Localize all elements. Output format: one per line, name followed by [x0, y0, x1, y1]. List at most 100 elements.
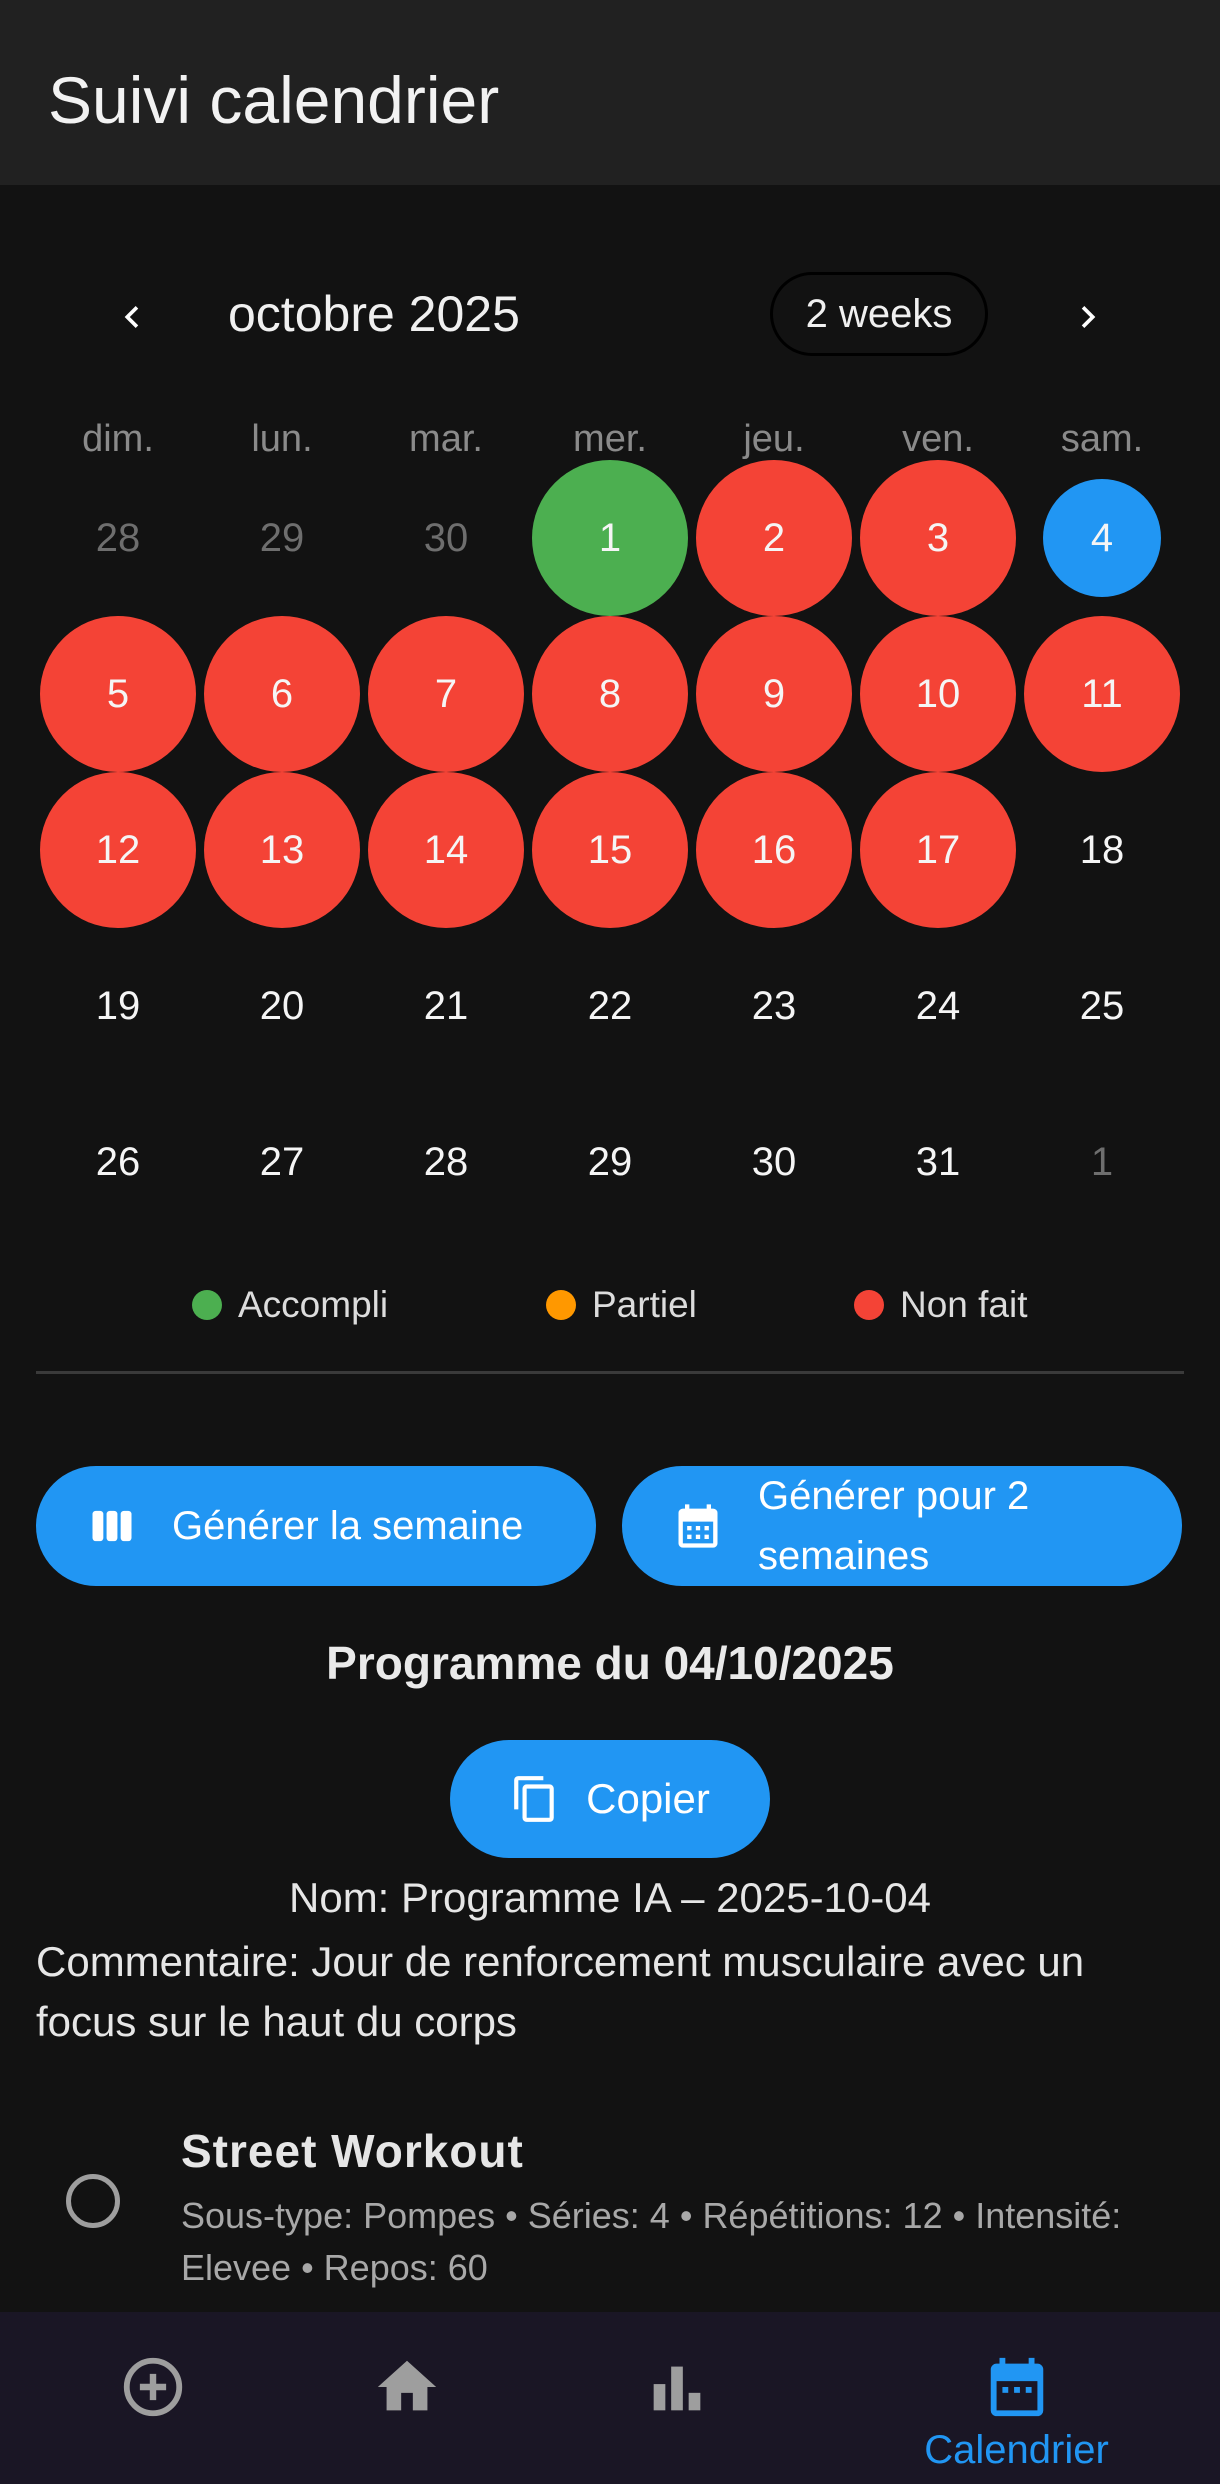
copy-label: Copier: [586, 1775, 710, 1822]
calendar-day-number: 6: [270, 671, 294, 716]
bar-chart-icon: [653, 2366, 700, 2411]
calendar-day[interactable]: 28: [366, 1084, 526, 1240]
calendar-day[interactable]: 7: [366, 616, 526, 772]
calendar-day-number: 13: [259, 827, 305, 872]
copy-button[interactable]: Copier: [450, 1740, 770, 1858]
nav-item-stats[interactable]: [524, 2312, 829, 2484]
divider: [36, 1371, 1184, 1374]
calendar-day-number: 19: [95, 983, 141, 1028]
calendar-day[interactable]: 12: [38, 772, 198, 928]
previous-month-button[interactable]: [100, 285, 164, 349]
calendar-day-number: 1: [598, 515, 622, 560]
copy-icon: [514, 1776, 554, 1822]
calendar-day-marker: 18: [1024, 772, 1180, 928]
calendar-day-marker: 4: [1043, 479, 1161, 597]
calendar-day-number: 27: [259, 1139, 305, 1184]
weekday-label: dim.: [82, 418, 154, 460]
calendar-day[interactable]: 16: [694, 772, 854, 928]
calendar-day[interactable]: 24: [858, 928, 1018, 1084]
calendar-day[interactable]: 13: [202, 772, 362, 928]
next-month-button[interactable]: [1056, 285, 1120, 349]
calendar-day[interactable]: 17: [858, 772, 1018, 928]
calendar-day[interactable]: 25: [1022, 928, 1182, 1084]
calendar-day[interactable]: 9: [694, 616, 854, 772]
calendar-day[interactable]: 11: [1022, 616, 1182, 772]
calendar-day[interactable]: 20: [202, 928, 362, 1084]
exercise-details: Sous-type: Pompes • Séries: 4 • Répétiti…: [181, 2195, 1122, 2288]
calendar-day-number: 29: [587, 1139, 633, 1184]
calendar-day-number: 20: [259, 983, 305, 1028]
calendar-day[interactable]: 4: [1022, 460, 1182, 616]
calendar-day[interactable]: 1: [530, 460, 690, 616]
calendar-day[interactable]: 14: [366, 772, 526, 928]
calendar-day-marker: 17: [860, 772, 1016, 928]
calendar-day[interactable]: 22: [530, 928, 690, 1084]
nav-item-home[interactable]: [254, 2312, 559, 2484]
calendar-day-marker: 1: [532, 460, 688, 616]
calendar-day[interactable]: 6: [202, 616, 362, 772]
calendar-day-number: 29: [259, 515, 305, 560]
calendar-day-number: 28: [423, 1139, 469, 1184]
calendar-day-marker: 19: [40, 928, 196, 1084]
calendar-day-marker: 26: [40, 1084, 196, 1240]
exercise-title: Street Workout: [181, 2125, 524, 2177]
chevron-left-icon: [124, 306, 139, 328]
app-bar: Suivi calendrier: [0, 0, 1220, 185]
calendar-format-button[interactable]: 2 weeks: [770, 272, 988, 356]
view-week-icon: [92, 1510, 132, 1542]
weekday-label: ven.: [902, 418, 974, 460]
calendar-day-marker: 13: [204, 772, 360, 928]
calendar-day[interactable]: 28: [38, 460, 198, 616]
generate-week-label: Générer la semaine: [172, 1504, 524, 1548]
calendar-day[interactable]: 2: [694, 460, 854, 616]
calendar-day[interactable]: 30: [694, 1084, 854, 1240]
legend-item-partial: Partiel: [546, 1280, 697, 1330]
exercise-checkbox[interactable]: [66, 2174, 120, 2228]
calendar-day[interactable]: 29: [202, 460, 362, 616]
calendar-day[interactable]: 10: [858, 616, 1018, 772]
weekday-label: mar.: [409, 418, 483, 460]
calendar-day-marker: 16: [696, 772, 852, 928]
calendar-day-marker: 28: [40, 460, 196, 616]
calendar-day[interactable]: 1: [1022, 1084, 1182, 1240]
calendar-day-number: 3: [926, 515, 950, 560]
calendar-day[interactable]: 23: [694, 928, 854, 1084]
calendar-day[interactable]: 26: [38, 1084, 198, 1240]
calendar-month-icon: [678, 1504, 718, 1548]
program-comment: Commentaire: Jour de renforcement muscul…: [36, 1938, 1085, 2045]
calendar-day-marker: 28: [368, 1084, 524, 1240]
calendar-day-number: 26: [95, 1139, 141, 1184]
calendar-day-number: 14: [423, 827, 469, 872]
generate-week-button[interactable]: Générer la semaine: [36, 1466, 596, 1586]
legend-label: Partiel: [592, 1284, 697, 1325]
calendar-day-marker: 3: [860, 460, 1016, 616]
calendar-day[interactable]: 31: [858, 1084, 1018, 1240]
calendar-day[interactable]: 21: [366, 928, 526, 1084]
calendar-day[interactable]: 29: [530, 1084, 690, 1240]
calendar-day-marker: 10: [860, 616, 1016, 772]
calendar-day[interactable]: 8: [530, 616, 690, 772]
calendar-day-number: 21: [423, 983, 469, 1028]
calendar-day-marker: 24: [860, 928, 1016, 1084]
calendar-day-marker: 8: [532, 616, 688, 772]
calendar-day-marker: 14: [368, 772, 524, 928]
calendar-day[interactable]: 30: [366, 460, 526, 616]
calendar-day-marker: 23: [696, 928, 852, 1084]
calendar-day-marker: 30: [696, 1084, 852, 1240]
legend-dot: [854, 1290, 884, 1320]
calendar-day-marker: 31: [860, 1084, 1016, 1240]
generate-two-weeks-button[interactable]: Générer pour 2 semaines: [622, 1466, 1182, 1586]
calendar-day-marker: 9: [696, 616, 852, 772]
calendar-day[interactable]: 19: [38, 928, 198, 1084]
calendar-day[interactable]: 5: [38, 616, 198, 772]
calendar-day[interactable]: 18: [1022, 772, 1182, 928]
page-title: Suivi calendrier: [48, 63, 500, 137]
calendar-day[interactable]: 27: [202, 1084, 362, 1240]
calendar-day[interactable]: 15: [530, 772, 690, 928]
add-circle-icon: [123, 2357, 182, 2417]
generate-two-weeks-label: Générer pour 2 semaines: [758, 1474, 1030, 1578]
nav-item-calendar[interactable]: Calendrier: [864, 2312, 1169, 2484]
weekday-label: lun.: [251, 418, 313, 460]
calendar-day[interactable]: 3: [858, 460, 1018, 616]
month-label: octobre 2025: [228, 286, 520, 342]
